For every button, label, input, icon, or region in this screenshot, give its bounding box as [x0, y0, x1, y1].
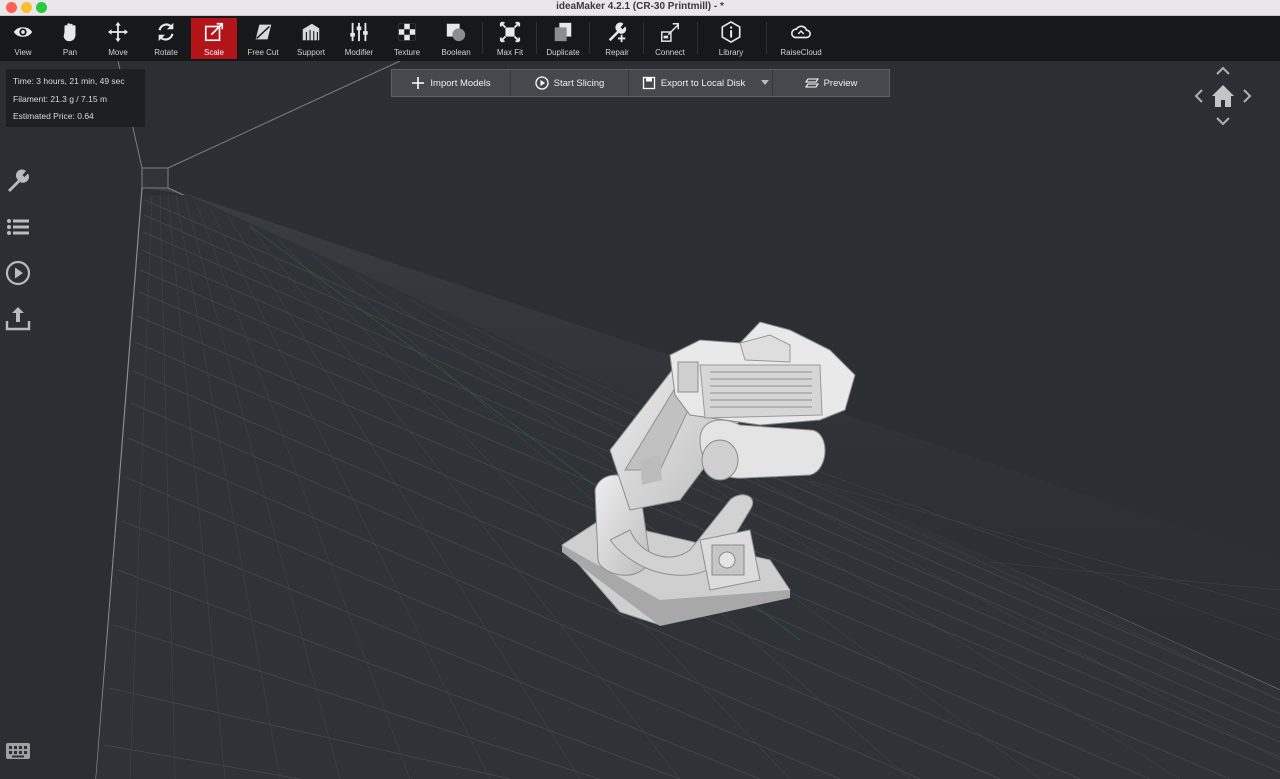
- view-up-arrow-icon[interactable]: [1216, 66, 1230, 75]
- modifier-tool-button[interactable]: Modifier: [336, 18, 382, 59]
- settings-wrench-button[interactable]: [4, 167, 32, 195]
- max-fit-tool-button[interactable]: Max Fit: [487, 18, 533, 59]
- rotate-tool-button[interactable]: Rotate: [143, 18, 189, 59]
- export-dropdown-caret[interactable]: [761, 80, 769, 85]
- estimated-price-text: Estimated Price: 0.64: [13, 111, 94, 121]
- rotate-icon: [158, 22, 174, 42]
- texture-tool-button[interactable]: Texture: [384, 18, 430, 59]
- main-toolbar: View Pan Move Rotate Scale Free Cut Supp…: [0, 16, 1280, 61]
- view-navigator-graphic: [1194, 66, 1252, 126]
- slice-preview-button[interactable]: [4, 259, 32, 287]
- toolbar-divider: [643, 22, 644, 54]
- raisecloud-tool-button[interactable]: RaiseCloud: [777, 18, 825, 59]
- save-disk-icon: [642, 76, 655, 90]
- library-tool-button[interactable]: Library: [708, 18, 754, 59]
- toolbar-divider: [589, 22, 590, 54]
- connect-icon: [661, 23, 679, 42]
- support-tool-button[interactable]: Support: [288, 18, 334, 59]
- view-tool-button[interactable]: View: [0, 18, 46, 59]
- max-fit-icon: [499, 21, 521, 43]
- toolbar-divider: [482, 22, 483, 54]
- play-circle-icon: [535, 76, 549, 90]
- list-icon: [7, 219, 29, 235]
- import-models-button[interactable]: Import Models: [392, 70, 511, 96]
- layers-preview-icon: [804, 78, 819, 88]
- slice-info-panel: Time: 3 hours, 21 min, 49 sec Filament: …: [6, 69, 145, 127]
- duplicate-icon: [554, 22, 572, 42]
- duplicate-tool-button[interactable]: Duplicate: [540, 18, 586, 59]
- boolean-tool-button[interactable]: Boolean: [433, 18, 479, 59]
- export-local-disk-button[interactable]: Export to Local Disk: [629, 70, 773, 96]
- start-slicing-button[interactable]: Start Slicing: [511, 70, 629, 96]
- print-time-text: Time: 3 hours, 21 min, 49 sec: [13, 76, 125, 86]
- view-navigator: [1190, 64, 1256, 128]
- checker-icon: [398, 23, 416, 41]
- object-list-button[interactable]: [4, 213, 32, 241]
- play-circle-icon: [5, 260, 31, 286]
- sliders-icon: [350, 22, 368, 42]
- move-tool-button[interactable]: Move: [95, 18, 141, 59]
- filament-text: Filament: 21.3 g / 7.15 m: [13, 94, 108, 104]
- scale-icon: [204, 22, 224, 42]
- support-icon: [302, 23, 320, 41]
- upload-icon: [5, 307, 31, 331]
- boolean-icon: [446, 23, 466, 42]
- connect-tool-button[interactable]: Connect: [647, 18, 693, 59]
- build-plate-scene: [95, 61, 1280, 779]
- pan-tool-button[interactable]: Pan: [47, 18, 93, 59]
- toolbar-divider: [766, 22, 767, 54]
- wrench-plus-icon: [608, 22, 627, 43]
- window-title: ideaMaker 4.2.1 (CR-30 Printmill) - *: [556, 1, 724, 12]
- wrench-icon: [8, 169, 29, 192]
- repair-tool-button[interactable]: Repair: [594, 18, 640, 59]
- title-bar: ideaMaker 4.2.1 (CR-30 Printmill) - *: [0, 0, 1280, 16]
- eye-icon: [13, 27, 33, 37]
- move-arrows-icon: [107, 21, 129, 43]
- free-cut-tool-button[interactable]: Free Cut: [240, 18, 286, 59]
- keyboard-icon: [6, 743, 30, 759]
- 3d-viewport[interactable]: [0, 61, 1280, 779]
- toolbar-divider: [536, 22, 537, 54]
- action-bar: Import Models Start Slicing Export to Lo…: [391, 69, 890, 97]
- preview-button[interactable]: Preview: [773, 70, 889, 96]
- library-hex-icon: [721, 21, 741, 43]
- view-down-arrow-icon[interactable]: [1216, 117, 1230, 126]
- toolbar-divider: [697, 22, 698, 54]
- hand-icon: [63, 23, 76, 42]
- scale-tool-button[interactable]: Scale: [191, 18, 237, 59]
- upload-button[interactable]: [4, 304, 32, 332]
- plus-icon: [412, 77, 425, 89]
- keyboard-shortcuts-button[interactable]: [5, 742, 31, 760]
- cloud-icon: [791, 25, 811, 39]
- view-right-arrow-icon[interactable]: [1243, 89, 1252, 103]
- view-left-arrow-icon[interactable]: [1194, 89, 1203, 103]
- free-cut-icon: [255, 24, 272, 40]
